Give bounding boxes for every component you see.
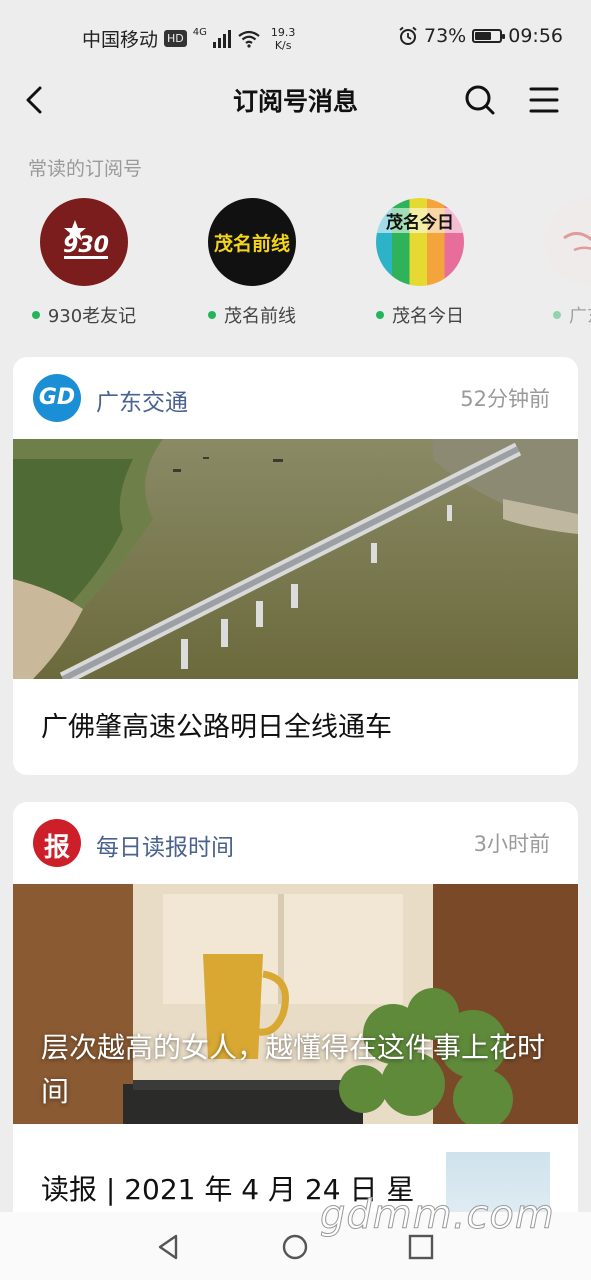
article-title[interactable]: 层次越高的女人，越懂得在这件事上花时间	[41, 1026, 558, 1114]
network-speed: 19.3 K/s	[271, 26, 296, 52]
alarm-icon	[399, 26, 417, 45]
status-left: 中国移动 HD 4G 19.3 K/s	[82, 25, 295, 52]
online-dot	[553, 311, 561, 319]
menu-icon	[529, 87, 559, 113]
bridge-river-photo	[13, 439, 578, 679]
page-title: 订阅号消息	[232, 87, 358, 116]
avatar-logo-text: 930	[63, 233, 109, 258]
battery-percent: 73%	[424, 25, 467, 47]
subscription-item[interactable]: 茂名今日 茂名今日	[336, 198, 504, 328]
subscription-name: 广东台	[504, 302, 591, 328]
menu-button[interactable]	[524, 80, 564, 120]
hd-badge: HD	[164, 30, 187, 47]
speed-unit: K/s	[274, 38, 292, 52]
brush-logo-icon	[563, 232, 591, 252]
post-time: 52分钟前	[460, 387, 550, 411]
avatar: 茂名今日	[376, 198, 464, 286]
status-right: 73% 09:56	[398, 25, 563, 47]
speed-value: 19.3	[270, 25, 296, 39]
network-label: 4G	[192, 27, 207, 38]
clock: 09:56	[508, 25, 563, 47]
wifi-icon	[238, 30, 260, 48]
subscription-name: 茂名前线	[168, 302, 336, 328]
subscription-name: 930老友记	[0, 302, 168, 328]
battery-icon	[472, 29, 506, 43]
card-header: 报 每日读报时间 3小时前	[13, 802, 578, 884]
top-nav-bar: 订阅号消息	[0, 70, 591, 130]
avatar-logo-text: 茂名前线	[213, 233, 290, 255]
avatar	[544, 198, 591, 286]
watermark: gdmm.com	[320, 1192, 555, 1239]
source-logo-text: 报	[43, 833, 70, 863]
avatar: 930	[40, 198, 128, 286]
signal-icon	[212, 29, 231, 48]
article-card[interactable]: 报 每日读报时间 3小时前 层次越高的女人，越懂得在这件事上花时间 读报 | 2…	[13, 802, 578, 1212]
avatar-logo-text: 茂名今日	[376, 208, 464, 233]
article-cover-image[interactable]	[13, 439, 578, 679]
article-title[interactable]: 广佛肇高速公路明日全线通车	[13, 679, 578, 770]
search-button[interactable]	[460, 80, 500, 120]
subscription-item[interactable]: 茂名前线 茂名前线	[168, 198, 336, 328]
source-logo[interactable]: GD	[33, 374, 81, 422]
source-name[interactable]: 每日读报时间	[96, 828, 234, 862]
search-icon	[465, 85, 495, 115]
back-triangle-icon[interactable]	[154, 1232, 184, 1262]
star-logo-icon: 930	[63, 220, 109, 259]
source-logo-text: GD	[38, 385, 76, 410]
source-logo[interactable]: 报	[33, 819, 81, 867]
avatar: 茂名前线	[208, 198, 296, 286]
online-dot	[376, 311, 384, 319]
subscription-name: 茂名今日	[336, 302, 504, 328]
frequent-section-label: 常读的订阅号	[28, 158, 143, 180]
post-time: 3小时前	[473, 832, 550, 856]
article-cover-image[interactable]: 层次越高的女人，越懂得在这件事上花时间	[13, 884, 578, 1124]
home-circle-icon[interactable]	[280, 1232, 310, 1262]
subscription-item[interactable]: 广东台	[504, 198, 591, 328]
article-card[interactable]: GD 广东交通 52分钟前 广佛肇高速公路明日全线通车	[13, 357, 578, 775]
subscription-item[interactable]: 930 930老友记	[0, 198, 168, 328]
frequent-subscriptions: 930 930老友记 茂名前线 茂名前线 茂名今日 茂名今日 广东台	[0, 198, 591, 338]
online-dot	[208, 311, 216, 319]
source-name[interactable]: 广东交通	[96, 383, 188, 417]
online-dot	[31, 311, 40, 319]
card-header: GD 广东交通 52分钟前	[13, 357, 578, 439]
status-bar: 中国移动 HD 4G 19.3 K/s 73% 09:56	[0, 0, 591, 70]
carrier-label: 中国移动	[82, 29, 159, 51]
